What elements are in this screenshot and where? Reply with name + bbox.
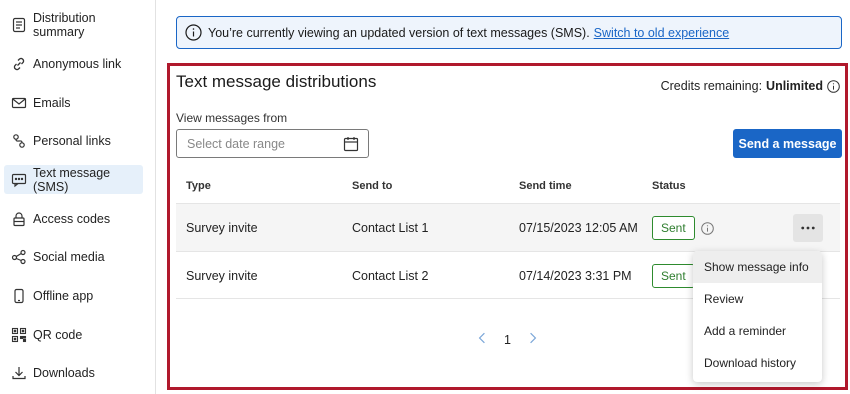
table-row[interactable]: Survey invite Contact List 1 07/15/2023 … [176,203,840,251]
link-icon [10,55,27,72]
personal-link-icon [10,132,27,149]
info-icon [185,24,202,41]
status-badge: Sent [652,264,695,288]
credits-remaining: Credits remaining: Unlimited [661,79,840,93]
send-message-button[interactable]: Send a message [733,129,842,158]
chevron-right-icon[interactable] [529,331,537,349]
view-messages-label: View messages from [176,111,288,125]
more-options-button[interactable] [793,214,823,242]
sidebar-item-label: Text message (SMS) [33,165,111,194]
sidebar-item-personal-links[interactable]: Personal links [4,126,143,155]
sidebar-item-qr-code[interactable]: QR code [4,320,143,349]
sidebar-item-emails[interactable]: Emails [4,88,143,117]
menu-item-download-history[interactable]: Download history [693,347,822,379]
column-header-send-time: Send time [519,180,572,192]
sidebar-item-label: QR code [33,327,83,342]
cell-send-time: 07/15/2023 12:05 AM [519,221,638,235]
switch-old-experience-link[interactable]: Switch to old experience [594,26,730,40]
sidebar-item-access-codes[interactable]: Access codes [4,204,143,233]
chevron-left-icon[interactable] [478,331,486,349]
sidebar-item-downloads[interactable]: Downloads [4,358,143,387]
cell-send-time: 07/14/2023 3:31 PM [519,269,632,283]
sidebar-item-label: Distribution summary [33,10,96,39]
column-header-status: Status [652,180,686,192]
document-list-icon [10,16,27,33]
date-range-placeholder: Select date range [187,136,285,151]
sidebar-item-label: Downloads [33,365,95,380]
sidebar-item-anonymous-link[interactable]: Anonymous link [4,49,143,78]
menu-item-add-reminder[interactable]: Add a reminder [693,315,822,347]
status-badge: Sent [652,216,695,240]
envelope-icon [10,94,27,111]
column-header-type: Type [186,180,211,192]
cell-type: Survey invite [186,221,258,235]
cell-send-to: Contact List 2 [352,269,429,283]
qr-code-icon [10,326,27,343]
cell-type: Survey invite [186,269,258,283]
row-actions-menu: Show message info Review Add a reminder … [693,251,822,382]
sidebar-item-offline-app[interactable]: Offline app [4,281,143,310]
sidebar-item-distribution-summary[interactable]: Distribution summary [4,10,143,39]
info-icon[interactable] [827,79,840,93]
share-icon [10,248,27,265]
sidebar-item-label: Emails [33,95,71,110]
ellipsis-icon [801,226,815,230]
sidebar-item-label: Social media [33,249,105,264]
sidebar-item-label: Offline app [33,288,94,303]
calendar-icon[interactable] [343,136,359,152]
column-header-send-to: Send to [352,180,393,192]
page-title: Text message distributions [176,72,377,91]
banner-text: You’re currently viewing an updated vers… [208,25,590,40]
sidebar-item-social-media[interactable]: Social media [4,242,143,271]
download-icon [10,364,27,381]
info-banner: You’re currently viewing an updated vers… [176,16,842,49]
sidebar-item-label: Anonymous link [33,56,122,71]
menu-item-review[interactable]: Review [693,283,822,315]
info-icon[interactable] [701,222,714,235]
page-number[interactable]: 1 [504,333,511,347]
credits-label: Credits remaining: [660,79,763,93]
sidebar-item-label: Personal links [33,133,111,148]
cell-send-to: Contact List 1 [352,221,429,235]
credits-value: Unlimited [766,79,823,93]
phone-icon [10,287,27,304]
menu-item-show-message-info[interactable]: Show message info [693,251,822,283]
lock-icon [10,210,27,227]
sidebar-item-text-message-sms[interactable]: Text message (SMS) [4,165,143,194]
date-range-input[interactable]: Select date range [176,129,369,158]
pagination: 1 [478,331,537,349]
chat-bubble-icon [10,171,27,188]
sidebar: Distribution summary Anonymous link Emai… [0,0,156,394]
sidebar-item-label: Access codes [33,211,111,226]
